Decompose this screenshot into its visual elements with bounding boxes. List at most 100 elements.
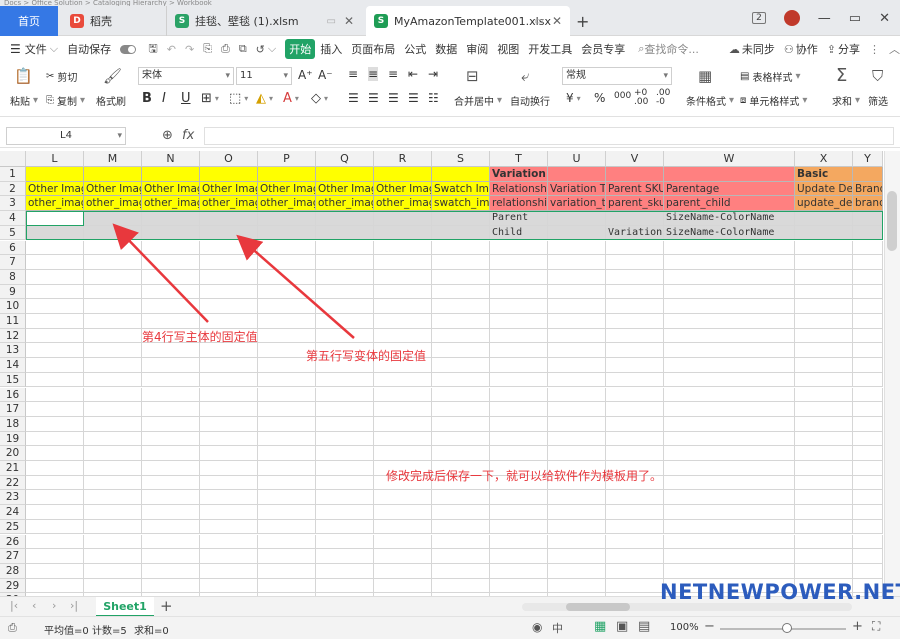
preview-icon[interactable]: ⧉ xyxy=(239,42,247,56)
cell-V26[interactable] xyxy=(606,534,664,550)
cell-V11[interactable] xyxy=(606,314,664,329)
cell-Q6[interactable] xyxy=(316,240,374,256)
cell-M2[interactable]: Other Image xyxy=(84,181,142,197)
cell-N4[interactable] xyxy=(142,211,200,226)
cell-V1[interactable] xyxy=(606,167,664,182)
cell-U12[interactable] xyxy=(548,328,606,344)
cell-X24[interactable] xyxy=(795,505,853,520)
cell-L5[interactable] xyxy=(26,225,84,241)
filter-button[interactable]: 筛选 xyxy=(868,93,888,108)
row-header-24[interactable]: 24 xyxy=(0,505,26,520)
cell-S20[interactable] xyxy=(432,446,490,461)
cell-Q22[interactable] xyxy=(316,475,374,491)
cell-O17[interactable] xyxy=(200,402,258,417)
cell-V24[interactable] xyxy=(606,505,664,520)
cell-P2[interactable]: Other Image xyxy=(258,181,316,197)
thousands-icon[interactable]: 000 xyxy=(614,91,631,101)
cell-T20[interactable] xyxy=(490,446,548,461)
row-header-15[interactable]: 15 xyxy=(0,372,26,388)
cell-O8[interactable] xyxy=(200,269,258,285)
cell-Y19[interactable] xyxy=(853,431,883,447)
cell-W23[interactable] xyxy=(664,490,795,506)
cell-X25[interactable] xyxy=(795,519,853,535)
cell-N22[interactable] xyxy=(142,475,200,491)
sheet-tab-sheet1[interactable]: Sheet1 xyxy=(96,597,154,617)
cell-X12[interactable] xyxy=(795,328,853,344)
cell-N23[interactable] xyxy=(142,490,200,506)
cell-Y5[interactable] xyxy=(853,225,883,241)
cell-T25[interactable] xyxy=(490,519,548,535)
cell-W22[interactable] xyxy=(664,475,795,491)
row-header-7[interactable]: 7 xyxy=(0,255,26,270)
last-sheet-icon[interactable]: ›| xyxy=(70,599,78,612)
cell-S6[interactable] xyxy=(432,240,490,256)
cell-T8[interactable] xyxy=(490,269,548,285)
cell-S16[interactable] xyxy=(432,387,490,403)
cell-X19[interactable] xyxy=(795,431,853,447)
format-painter-icon[interactable]: 🖌 xyxy=(103,67,122,85)
cell-L4[interactable] xyxy=(26,211,84,226)
cell-X14[interactable] xyxy=(795,358,853,373)
cell-S2[interactable]: Swatch Image xyxy=(432,181,490,197)
font-color-icon[interactable]: A ▾ xyxy=(283,91,299,106)
cell-R23[interactable] xyxy=(374,490,432,506)
tab-insert[interactable]: 插入 xyxy=(320,41,342,57)
conditional-format-icon[interactable]: ▦ xyxy=(698,67,712,85)
cell-M14[interactable] xyxy=(84,358,142,373)
cell-V27[interactable] xyxy=(606,549,664,564)
undo-icon[interactable]: ↶ xyxy=(167,43,176,56)
cell-M5[interactable] xyxy=(84,225,142,241)
cell-X18[interactable] xyxy=(795,416,853,432)
align-center-icon[interactable]: ☰ xyxy=(368,91,379,105)
cell-R9[interactable] xyxy=(374,284,432,300)
cell-L8[interactable] xyxy=(26,269,84,285)
avatar[interactable] xyxy=(783,10,800,26)
row-header-12[interactable]: 12 xyxy=(0,328,26,344)
cell-V9[interactable] xyxy=(606,284,664,300)
cell-T5[interactable]: Child xyxy=(490,225,548,241)
row-header-23[interactable]: 23 xyxy=(0,490,26,506)
percent-icon[interactable]: % xyxy=(594,91,605,105)
cell-L24[interactable] xyxy=(26,505,84,520)
align-top-icon[interactable]: ≡ xyxy=(348,67,358,81)
cell-R29[interactable] xyxy=(374,578,432,594)
cell-P21[interactable] xyxy=(258,461,316,476)
cell-O7[interactable] xyxy=(200,255,258,270)
cell-U13[interactable] xyxy=(548,343,606,359)
cell-N15[interactable] xyxy=(142,372,200,388)
cell-Q2[interactable]: Other Image xyxy=(316,181,374,197)
cell-T13[interactable] xyxy=(490,343,548,359)
cell-N19[interactable] xyxy=(142,431,200,447)
cell-Q25[interactable] xyxy=(316,519,374,535)
cell-Y12[interactable] xyxy=(853,328,883,344)
cell-U2[interactable]: Variation Theme xyxy=(548,181,606,197)
cell-R16[interactable] xyxy=(374,387,432,403)
cell-L29[interactable] xyxy=(26,578,84,594)
tab-formula[interactable]: 公式 xyxy=(404,41,426,57)
row-header-22[interactable]: 22 xyxy=(0,475,26,491)
cell-T23[interactable] xyxy=(490,490,548,506)
cell-R12[interactable] xyxy=(374,328,432,344)
cell-W14[interactable] xyxy=(664,358,795,373)
zoom-slider-handle[interactable] xyxy=(782,623,792,633)
number-format-select[interactable]: 常规 xyxy=(562,67,672,85)
align-bottom-icon[interactable]: ≡ xyxy=(388,67,398,81)
cell-M18[interactable] xyxy=(84,416,142,432)
cell-U1[interactable] xyxy=(548,167,606,182)
cell-X28[interactable] xyxy=(795,563,853,579)
cell-P22[interactable] xyxy=(258,475,316,491)
cell-L16[interactable] xyxy=(26,387,84,403)
format-painter-button[interactable]: 格式刷 xyxy=(96,93,126,108)
cell-R27[interactable] xyxy=(374,549,432,564)
cell-W10[interactable] xyxy=(664,299,795,314)
cell-W13[interactable] xyxy=(664,343,795,359)
cell-V17[interactable] xyxy=(606,402,664,417)
cell-M29[interactable] xyxy=(84,578,142,594)
cell-M7[interactable] xyxy=(84,255,142,270)
font-size-select[interactable]: 11 xyxy=(236,67,292,85)
cell-N18[interactable] xyxy=(142,416,200,432)
cell-T16[interactable] xyxy=(490,387,548,403)
more-icon[interactable]: ⋮ xyxy=(869,43,880,56)
next-sheet-icon[interactable]: › xyxy=(52,599,56,612)
cell-T17[interactable] xyxy=(490,402,548,417)
